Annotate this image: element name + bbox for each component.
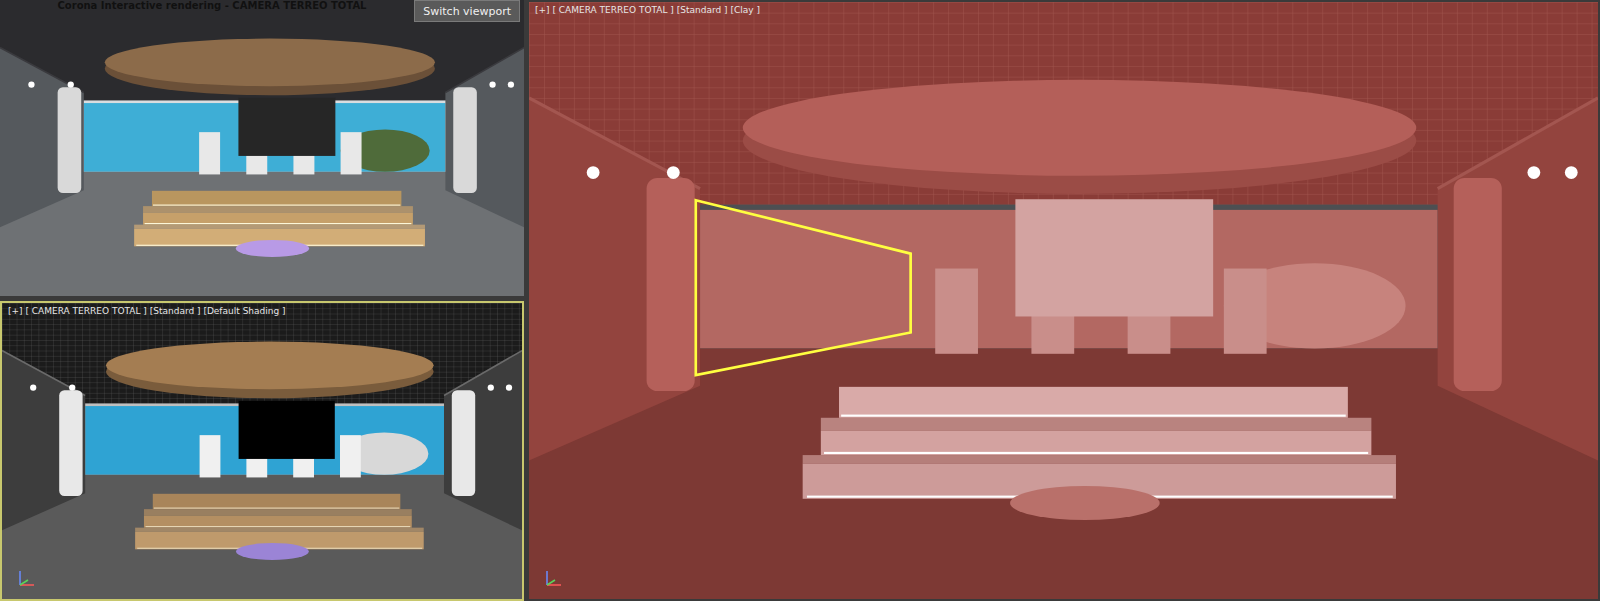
- step: [144, 515, 412, 527]
- max-workspace: Corona Interactive rendering - CAMERA TE…: [0, 0, 1600, 601]
- pillar: [59, 390, 82, 496]
- selection-outline: [696, 200, 911, 375]
- display-panel: [1224, 269, 1267, 354]
- right-wall: [1438, 98, 1598, 460]
- viewport[interactable]: [+] [ CAMERA TERREO TOTAL ] [Standard ] …: [527, 0, 1600, 601]
- right-wall: [445, 48, 524, 228]
- spot-light: [68, 81, 74, 87]
- spot-light: [667, 166, 680, 179]
- pillar: [58, 87, 82, 193]
- pillar: [647, 178, 695, 391]
- step: [839, 387, 1348, 418]
- step: [821, 431, 1372, 456]
- pillar: [452, 390, 475, 496]
- rug: [236, 543, 309, 560]
- central-box: [1015, 199, 1213, 316]
- scene-view[interactable]: [2, 303, 522, 599]
- right-wall: [444, 351, 522, 531]
- central-box: [239, 401, 335, 459]
- spot-light: [488, 384, 494, 390]
- scene-view[interactable]: [529, 2, 1598, 599]
- left-wall: [529, 98, 700, 460]
- step: [153, 494, 401, 509]
- render-title: Corona Interactive rendering - CAMERA TE…: [0, 0, 424, 12]
- left-column: Corona Interactive rendering - CAMERA TE…: [0, 0, 524, 601]
- spot-light: [1527, 166, 1540, 179]
- step: [143, 212, 413, 224]
- spot-light: [489, 81, 495, 87]
- spot-light: [28, 81, 34, 87]
- display-panel: [340, 435, 361, 477]
- spot-light: [69, 384, 75, 390]
- step: [152, 191, 401, 206]
- scene-view[interactable]: [0, 0, 524, 296]
- axis-icon: [543, 567, 565, 589]
- central-box: [238, 98, 335, 156]
- viewport-label[interactable]: [+] [ CAMERA TERREO TOTAL ] [Standard ] …: [533, 4, 762, 16]
- axis-icon: [16, 567, 38, 589]
- switch-viewport-button[interactable]: Switch viewport: [414, 0, 520, 22]
- left-wall: [0, 48, 84, 228]
- display-panel: [200, 435, 221, 477]
- viewport[interactable]: [+] [ CAMERA TERREO TOTAL ] [Standard ] …: [0, 301, 524, 601]
- left-wall: [2, 351, 85, 531]
- display-panel: [341, 132, 362, 174]
- viewport-label[interactable]: [+] [ CAMERA TERREO TOTAL ] [Standard ] …: [6, 305, 288, 317]
- display-panel: [199, 132, 220, 174]
- display-panel: [935, 269, 978, 354]
- render-window: Corona Interactive rendering - CAMERA TE…: [0, 0, 524, 296]
- pillar: [453, 87, 477, 193]
- spot-light: [587, 166, 600, 179]
- rug: [1010, 486, 1160, 520]
- spot-light: [30, 384, 36, 390]
- pillar: [1454, 178, 1502, 391]
- spot-light: [506, 384, 512, 390]
- spot-light: [508, 81, 514, 87]
- spot-light: [1565, 166, 1578, 179]
- rug: [236, 240, 309, 257]
